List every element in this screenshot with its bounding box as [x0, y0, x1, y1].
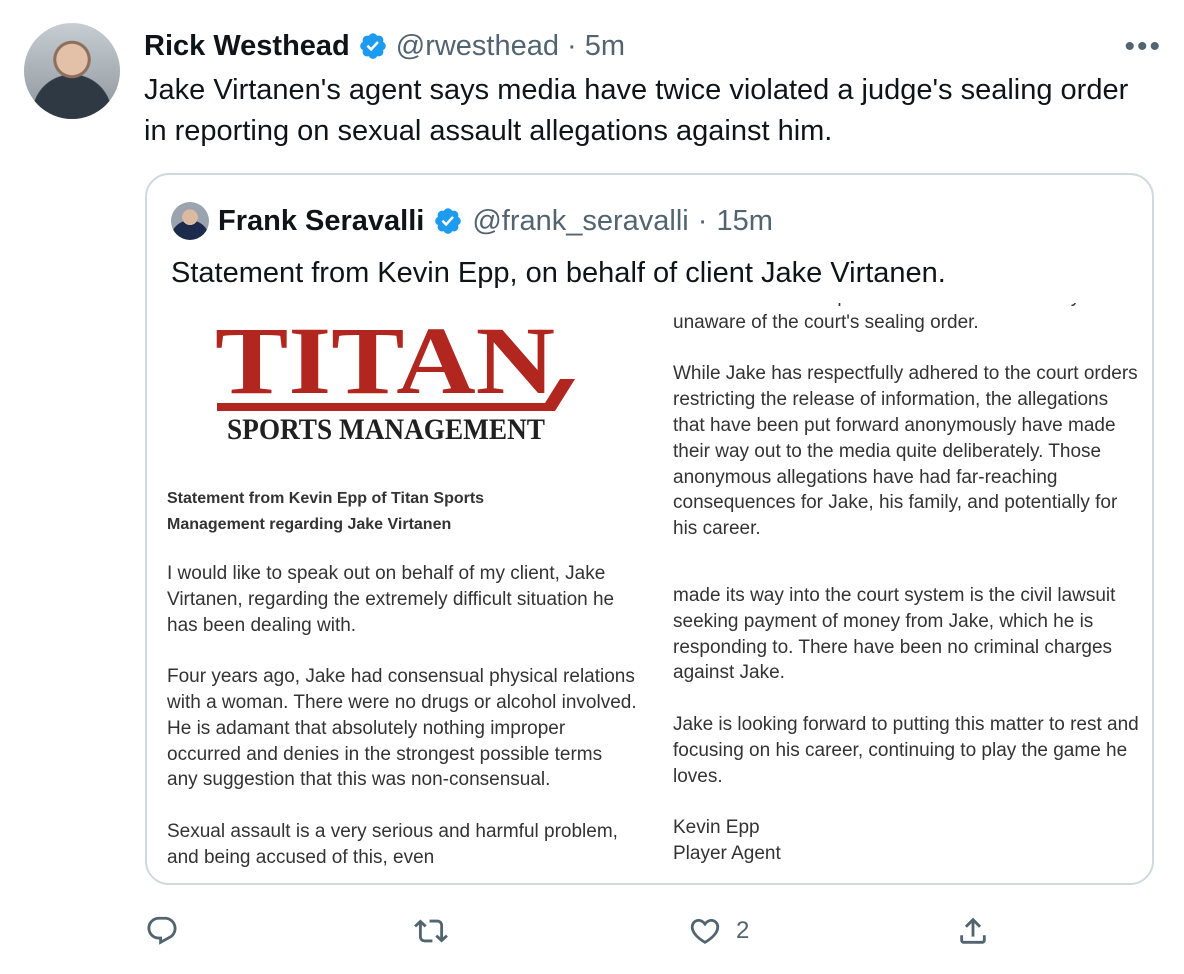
- tweet-time[interactable]: 5m: [585, 30, 625, 63]
- statement-paragraph: their source. The reporters were almost …: [673, 303, 1080, 333]
- verified-badge-icon: [435, 208, 462, 234]
- titan-logo: TITAN SPORTS MANAGEMENT: [215, 311, 575, 451]
- signature-title: Player Agent: [673, 842, 781, 864]
- share-button[interactable]: [956, 914, 990, 948]
- quoted-tweet-text: Statement from Kevin Epp, on behalf of c…: [171, 257, 946, 289]
- quoted-author-name[interactable]: Frank Seravalli: [218, 205, 424, 238]
- like-count: 2: [736, 917, 750, 944]
- retweet-icon: [414, 919, 448, 943]
- signature-name: Kevin Epp: [673, 817, 760, 839]
- tweet-header: Rick Westhead @rwesthead · 5m: [144, 28, 625, 64]
- heart-icon: [690, 918, 720, 944]
- svg-text:TITAN: TITAN: [215, 311, 555, 414]
- statement-image[interactable]: TITAN SPORTS MANAGEMENT Statement from K…: [147, 303, 1152, 883]
- quoted-tweet[interactable]: Frank Seravalli @frank_seravalli · 15m S…: [145, 173, 1154, 885]
- meta-separator: ·: [697, 204, 708, 237]
- meta-separator: ·: [567, 29, 577, 62]
- statement-right-column-bottom: made its way into the court system is th…: [673, 583, 1143, 867]
- statement-paragraph: While Jake has respectfully adhered to t…: [673, 363, 1138, 540]
- like-button[interactable]: 2: [688, 914, 749, 948]
- statement-heading: Statement from Kevin Epp of Titan Sports…: [167, 490, 485, 533]
- share-icon: [960, 917, 986, 944]
- tweet-actions: 2: [0, 900, 1184, 960]
- more-options-icon[interactable]: •••: [1124, 30, 1162, 64]
- author-avatar[interactable]: [24, 23, 120, 119]
- retweet-button[interactable]: [414, 914, 448, 948]
- quoted-author-avatar[interactable]: [171, 202, 209, 240]
- quoted-author-handle[interactable]: @frank_seravalli: [472, 205, 688, 238]
- statement-paragraph: I would like to speak out on behalf of m…: [167, 563, 615, 636]
- tweet-text: Jake Virtanen's agent says media have tw…: [144, 74, 1129, 147]
- reply-icon: [147, 916, 177, 945]
- quoted-tweet-header: Frank Seravalli @frank_seravalli · 15m: [171, 201, 773, 241]
- statement-paragraph: made its way into the court system is th…: [673, 585, 1116, 684]
- statement-left-column: I would like to speak out on behalf of m…: [167, 561, 637, 883]
- statement-right-column-top: their source. The reporters were almost …: [673, 303, 1143, 568]
- verified-badge-icon: [359, 33, 386, 59]
- reply-button[interactable]: [145, 914, 179, 948]
- statement-paragraph: Sexual assault is a very serious and har…: [167, 820, 618, 868]
- svg-text:SPORTS MANAGEMENT: SPORTS MANAGEMENT: [227, 413, 545, 446]
- author-name[interactable]: Rick Westhead: [144, 30, 350, 63]
- quoted-tweet-time[interactable]: 15m: [716, 205, 772, 238]
- statement-paragraph: Four years ago, Jake had consensual phys…: [167, 666, 637, 791]
- author-handle[interactable]: @rwesthead: [396, 30, 559, 63]
- statement-paragraph: Jake is looking forward to putting this …: [673, 713, 1139, 787]
